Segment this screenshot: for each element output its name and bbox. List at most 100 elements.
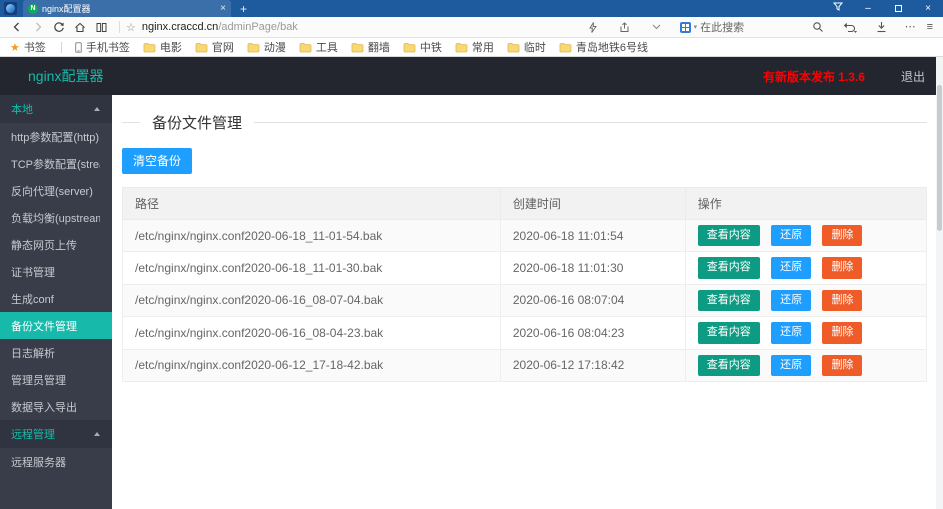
sidebar-item[interactable]: 备份文件管理 (0, 312, 112, 339)
sidebar-item-label: TCP参数配置(stream) (11, 158, 100, 171)
sidebar-item-label: 反向代理(server) (11, 185, 93, 198)
view-content-button[interactable]: 查看内容 (697, 289, 760, 312)
clear-backups-button[interactable]: 清空备份 (122, 148, 193, 174)
created-time: 2020-06-16 08:04:23 (499, 316, 686, 350)
toolbar-divider (119, 21, 120, 33)
sidebar-item[interactable]: 日志解析 (0, 339, 112, 366)
download-icon[interactable] (873, 18, 891, 36)
reading-list-icon[interactable] (92, 18, 110, 36)
restore-button[interactable]: 还原 (771, 354, 812, 376)
sidebar-item-label: 本地 (11, 104, 33, 116)
delete-button[interactable]: 删除 (822, 289, 863, 312)
bookmark-item[interactable]: ★ 手机书签 (75, 39, 130, 55)
sidebar-item[interactable]: 静态网页上传 (0, 231, 112, 258)
address-bar[interactable]: nginx.craccd.cn/adminPage/bak (142, 21, 298, 33)
bookmark-label: 常用 (471, 42, 494, 54)
site-favicon-icon: N (28, 3, 38, 14)
backup-path: /etc/nginx/nginx.conf2020-06-18_11-01-30… (122, 251, 501, 285)
sidebar-item[interactable]: http参数配置(http) (0, 123, 112, 150)
bookmark-item[interactable]: ★ 青岛地铁6号线 (559, 39, 648, 55)
restore-button[interactable]: 还原 (771, 289, 812, 312)
bookmark-item[interactable]: ★ 临时 (507, 39, 546, 55)
delete-button[interactable]: 删除 (822, 322, 863, 344)
maximize-button[interactable] (883, 0, 913, 17)
feedback-icon[interactable] (823, 0, 853, 17)
sidebar-item[interactable]: 反向代理(server) (0, 177, 112, 204)
view-content-button[interactable]: 查看内容 (697, 225, 760, 247)
bookmark-item[interactable]: ★ 官网 (195, 39, 234, 55)
back-button[interactable] (8, 18, 26, 36)
bookmark-item[interactable]: ★ 工具 (299, 39, 338, 55)
new-version-link[interactable]: 有新版本发布 1.3.6 (763, 68, 865, 85)
titlebar: N nginx配置器 × + – × (0, 0, 943, 17)
caret-down-icon[interactable]: ▾ (694, 23, 698, 31)
undo-icon[interactable] (841, 18, 859, 36)
view-content-button[interactable]: 查看内容 (697, 322, 760, 344)
page-scrollbar[interactable] (936, 57, 943, 509)
site-header: nginx配置器 有新版本发布 1.3.6 退出 (0, 57, 943, 95)
close-button[interactable]: × (913, 0, 943, 17)
star-icon: ★ (10, 41, 20, 54)
logout-link[interactable]: 退出 (901, 68, 925, 85)
search-icon[interactable] (809, 18, 827, 36)
delete-button[interactable]: 删除 (822, 354, 863, 376)
sidebar-item[interactable]: 数据导入导出 (0, 393, 112, 420)
restore-button[interactable]: 还原 (771, 257, 812, 279)
more-icon[interactable]: ⋯ (905, 21, 916, 33)
search-input[interactable]: ▾ 在此搜索 (679, 19, 798, 35)
sidebar-item[interactable]: TCP参数配置(stream) (0, 150, 112, 177)
collapse-arrow-icon (94, 107, 100, 111)
folder-icon (299, 42, 312, 52)
new-tab-button[interactable]: + (240, 3, 247, 15)
delete-button[interactable]: 删除 (822, 225, 863, 247)
url-domain: nginx.craccd.cn (141, 21, 219, 33)
window-controls: – × (823, 0, 943, 17)
site-logo: nginx配置器 (28, 68, 104, 84)
sidebar-item[interactable]: 负载均衡(upstream) (0, 204, 112, 231)
forward-button[interactable] (29, 18, 47, 36)
sidebar-item[interactable]: 本地 (0, 95, 112, 123)
bookmark-item[interactable]: ★ 书签 (10, 39, 62, 55)
minimize-button[interactable]: – (853, 0, 883, 17)
bookmark-item[interactable]: ★ 动漫 (247, 39, 286, 55)
sidebar-item[interactable]: 远程服务器 (0, 448, 112, 475)
scrollbar-thumb[interactable] (937, 85, 942, 231)
bookmark-item[interactable]: ★ 常用 (455, 39, 494, 55)
folder-icon (351, 42, 364, 52)
search-engine-icon[interactable] (679, 21, 691, 33)
bookmark-item[interactable]: ★ 翻墙 (351, 39, 390, 55)
sidebar-item[interactable]: 生成conf (0, 285, 112, 312)
refresh-button[interactable] (50, 18, 68, 36)
share-icon[interactable] (616, 18, 634, 36)
address-toolbar: ☆ nginx.craccd.cn/adminPage/bak ▾ 在此搜索 ⋯… (0, 17, 943, 38)
sidebar-item[interactable]: 远程管理 (0, 420, 112, 448)
folder-icon (143, 42, 156, 52)
tab-title: nginx配置器 (42, 4, 91, 14)
restore-button[interactable]: 还原 (771, 322, 812, 344)
table-row: /etc/nginx/nginx.conf2020-06-12_17-18-42… (122, 348, 928, 382)
home-button[interactable] (71, 18, 89, 36)
lightning-icon[interactable] (584, 18, 602, 36)
browser-tab[interactable]: N nginx配置器 × (23, 0, 231, 17)
restore-button[interactable]: 还原 (771, 225, 812, 247)
view-content-button[interactable]: 查看内容 (697, 257, 760, 279)
view-content-button[interactable]: 查看内容 (697, 354, 760, 376)
menu-icon[interactable]: ≡ (927, 21, 933, 33)
tab-close-icon[interactable]: × (220, 3, 226, 14)
bookmark-item[interactable]: ★ 中铁 (403, 39, 442, 55)
collapse-arrow-icon (94, 432, 100, 436)
title-divider-left (122, 122, 140, 123)
title-divider-right (254, 122, 927, 123)
main-content: 备份文件管理 清空备份 路径 创建时间 操作 /etc/nginx/nginx.… (112, 95, 943, 509)
bookmark-label: 青岛地铁6号线 (575, 42, 648, 54)
bookmark-star-icon[interactable]: ☆ (126, 21, 136, 34)
page-title-block: 备份文件管理 (122, 112, 927, 133)
bookmark-item[interactable]: ★ 电影 (143, 39, 182, 55)
folder-icon (455, 42, 468, 52)
sidebar-item-label: 证书管理 (11, 266, 55, 279)
chevron-down-icon[interactable] (648, 18, 666, 36)
delete-button[interactable]: 删除 (822, 257, 863, 279)
sidebar-item[interactable]: 证书管理 (0, 258, 112, 285)
folder-icon (507, 42, 520, 52)
sidebar-item[interactable]: 管理员管理 (0, 366, 112, 393)
